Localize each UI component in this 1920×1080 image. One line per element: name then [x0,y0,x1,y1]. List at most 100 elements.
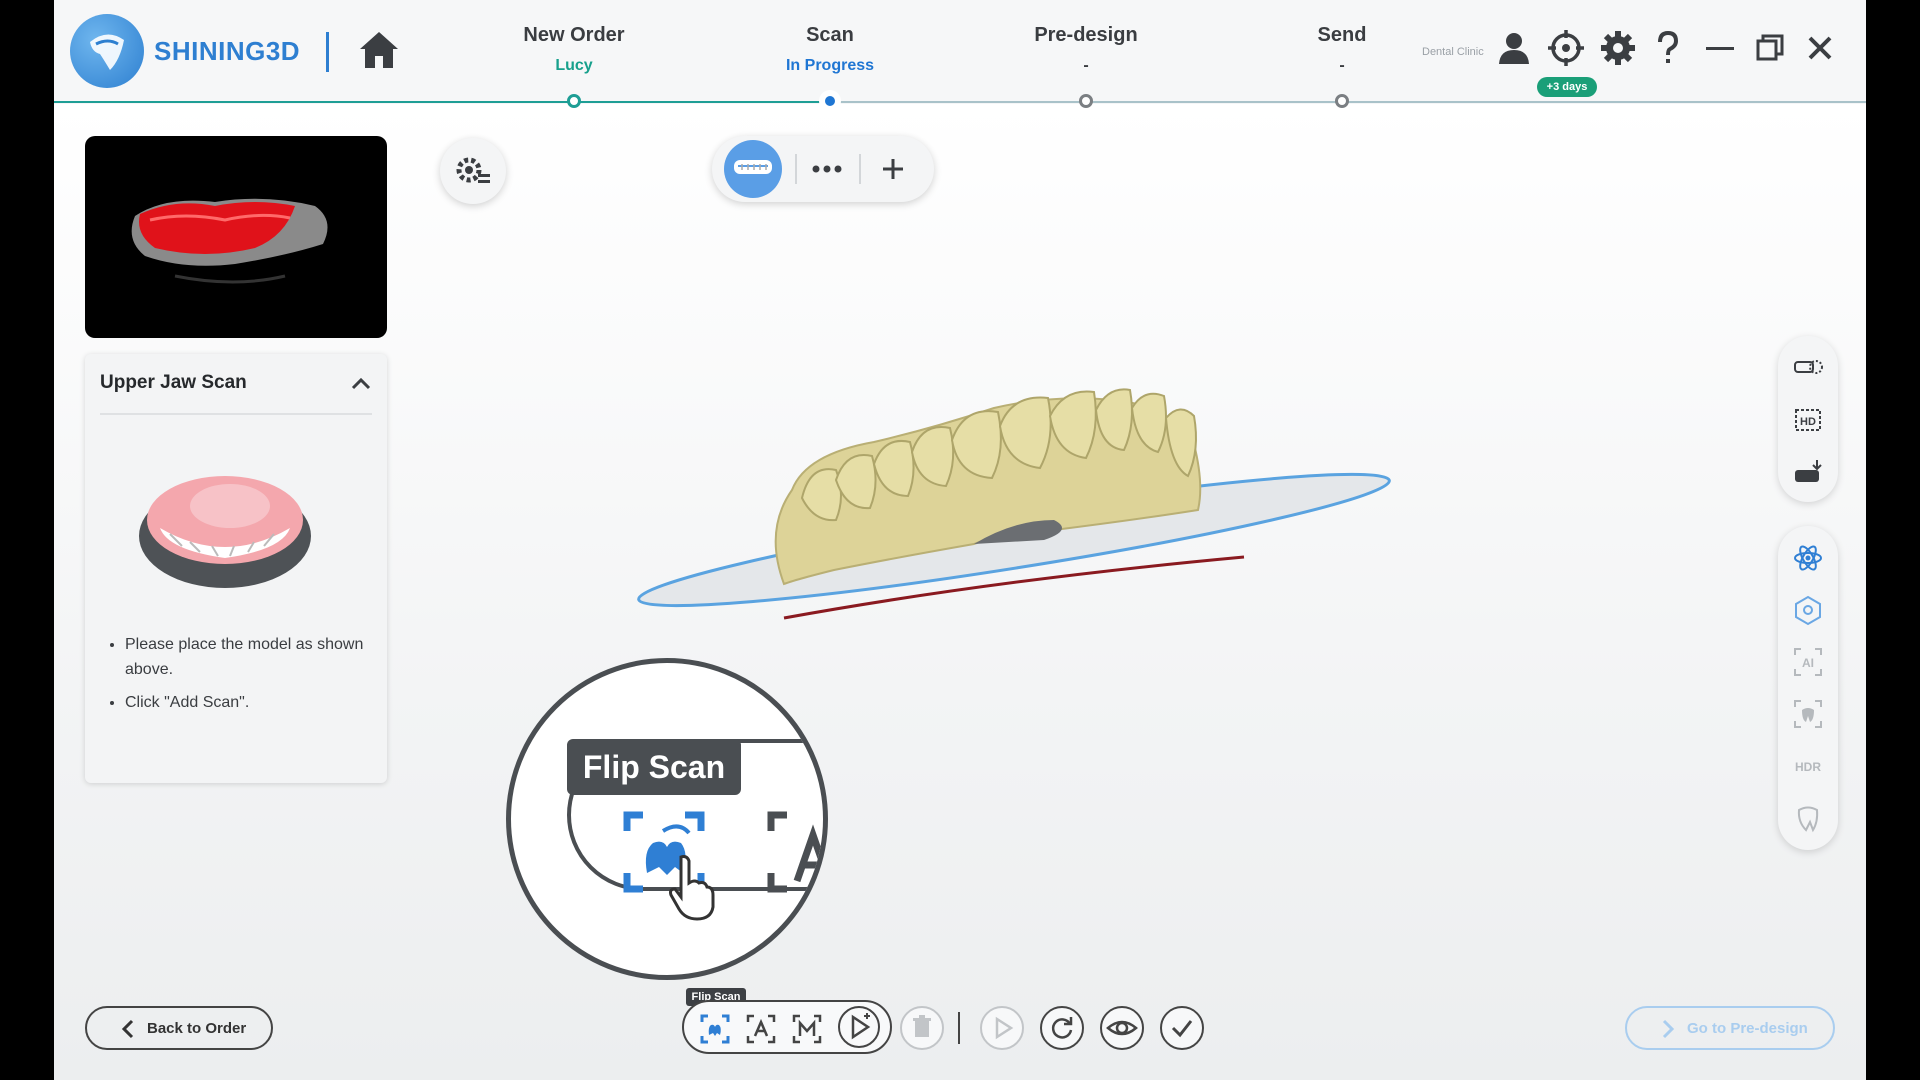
step-scan[interactable]: Scan In Progress [730,24,930,75]
ai-icon: AI [1794,648,1822,676]
step-title: Scan [806,24,854,46]
texture-icon [1794,360,1823,374]
confirm-button[interactable] [1160,1006,1204,1050]
app-window: SHINING3D New Order Lucy Scan In Progres… [54,0,1866,1080]
toolbar-divider [795,154,797,184]
help-button[interactable] [1648,28,1688,68]
step-new-order[interactable]: New Order Lucy [474,24,674,75]
toolbar-divider [859,154,861,184]
upper-jaw-button[interactable] [724,140,782,198]
atom-icon [1794,545,1822,571]
step-marker-send [1335,94,1349,108]
question-mark-icon [1658,30,1679,63]
ai-button[interactable]: AI [1790,644,1826,680]
step-subtitle: In Progress [785,57,875,74]
user-icon [1499,33,1529,64]
gear-list-icon [456,157,490,183]
scan-instruction-card: Upper Jaw Scan Please place the model as… [85,354,387,783]
step-subtitle: - [1083,57,1089,74]
jaw-download-icon [1795,460,1822,482]
collapse-button[interactable] [347,370,375,398]
calibration-button[interactable] [1546,28,1586,68]
restore-button[interactable] [1750,28,1790,68]
card-title: Upper Jaw Scan [100,372,247,393]
card-divider [100,413,372,415]
camera-preview [85,136,387,338]
hexagon-icon [1795,595,1821,626]
brand-name: SHINING3D [154,36,301,66]
texture-toggle-button[interactable] [1790,350,1826,386]
start-scan-button[interactable] [838,1006,880,1048]
step-title: Pre-design [1034,24,1138,46]
instruction-item: Please place the model as shown above. [125,632,389,682]
hand-cursor-icon [669,855,715,921]
license-days-badge: +3 days [1537,77,1597,97]
chevron-up-icon [351,377,371,390]
hd-button[interactable]: HD [1790,402,1826,438]
upper-jaw-icon [734,160,772,174]
settings-button[interactable] [1598,28,1638,68]
checkmark-icon [1171,1020,1193,1038]
chevron-right-icon [1662,1019,1675,1039]
step-send[interactable]: Send - [1242,24,1442,75]
ai-scan-icon[interactable] [746,1014,776,1044]
progress-line-complete [54,101,834,103]
clinic-name: Dental Clinic [1422,46,1484,58]
tooth-icon [1797,806,1819,833]
minimize-button[interactable] [1700,28,1740,68]
ai-label: AI [1802,656,1814,670]
tooth-frame-button[interactable] [1790,696,1826,732]
rescan-button[interactable] [1040,1006,1084,1050]
add-button[interactable] [874,150,912,188]
home-button[interactable] [356,28,402,72]
instruction-list: Please place the model as shown above. C… [105,632,389,723]
flip-scan-icon[interactable] [700,1014,730,1044]
step-title: Send [1317,24,1367,46]
smart-filter-button[interactable] [1790,592,1826,628]
view-button[interactable] [1100,1006,1144,1050]
step-subtitle: - [1339,57,1345,74]
hdr-icon: HDR [1795,760,1821,774]
hd-label: HD [1800,416,1816,428]
back-to-order-button[interactable]: Back to Order [85,1006,273,1050]
more-button[interactable] [808,150,846,188]
ai-scan-button[interactable] [1790,540,1826,576]
play-plus-icon [851,1013,871,1040]
jaw-selector-bar [712,136,934,202]
scan-settings-button[interactable] [440,138,506,204]
plus-icon [883,159,903,179]
step-pre-design[interactable]: Pre-design - [986,24,1186,75]
next-label: Go to Pre-design [1687,1020,1808,1037]
view-toolbar: HD [1778,336,1838,502]
tooth-scan-button[interactable] [1790,800,1826,836]
scan-mode-group [682,1000,892,1054]
scan-mode-button[interactable] [1790,454,1826,490]
hd-icon: HD [1795,409,1821,431]
refresh-icon [1051,1017,1073,1039]
restore-window-icon [1756,34,1784,61]
manual-scan-icon[interactable] [792,1014,822,1044]
ai-scan-icon-large [767,811,823,893]
step-marker-new-order [567,94,581,108]
user-button[interactable] [1494,28,1534,68]
delete-button[interactable] [900,1006,944,1050]
trash-icon [913,1015,931,1037]
dental-model-3d[interactable] [574,380,1394,640]
step-title: New Order [523,24,625,46]
crosshair-icon [1548,30,1584,66]
hdr-button[interactable]: HDR [1790,748,1826,784]
play-button[interactable] [980,1006,1024,1050]
step-marker-scan [822,93,838,109]
close-button[interactable] [1800,28,1840,68]
back-label: Back to Order [147,1020,247,1037]
progress-line-pending [834,101,1866,103]
step-subtitle: Lucy [555,57,593,74]
close-icon [1808,36,1832,60]
go-to-pre-design-button[interactable]: Go to Pre-design [1625,1006,1835,1050]
instruction-item: Click "Add Scan". [125,690,389,715]
gear-icon [1601,31,1635,65]
hdr-label: HDR [1795,760,1821,774]
brand-logo [70,14,144,88]
home-icon [360,32,398,68]
more-dots-icon [812,165,842,173]
